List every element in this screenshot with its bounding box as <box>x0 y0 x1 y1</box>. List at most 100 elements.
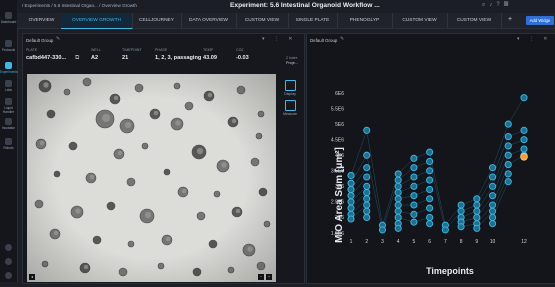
data-point[interactable] <box>410 154 418 162</box>
apps-icon[interactable]: ▦ <box>504 2 513 8</box>
data-point[interactable] <box>410 182 418 190</box>
data-point[interactable] <box>488 164 497 172</box>
data-point[interactable] <box>363 189 371 197</box>
data-point[interactable] <box>441 226 449 234</box>
zindex-select[interactable]: Proje... <box>286 61 298 65</box>
tab-custom-view[interactable]: CUSTOM VIEW <box>236 13 289 28</box>
add-tab-icon[interactable]: + <box>508 16 512 23</box>
data-point[interactable] <box>347 198 355 206</box>
display-tool[interactable]: Display <box>280 80 300 96</box>
data-point[interactable] <box>394 207 402 215</box>
data-point[interactable] <box>488 220 497 228</box>
data-point[interactable] <box>504 133 512 141</box>
tab-overview[interactable]: OVERVIEW <box>22 13 62 28</box>
tab-phenoglyp[interactable]: PHENOGLYP <box>337 13 393 28</box>
zoom-in-icon[interactable]: + <box>266 274 272 280</box>
highlighted-data-point[interactable] <box>520 152 528 161</box>
data-point[interactable] <box>426 148 434 156</box>
rail-item-4[interactable]: Liquid Handler <box>0 98 17 114</box>
chart-edit-icon[interactable]: ✎ <box>340 36 344 42</box>
data-point[interactable] <box>410 173 418 181</box>
settings-icon[interactable] <box>0 258 17 266</box>
tab-overview-growth[interactable]: OVERVIEW GROWTH <box>61 13 133 29</box>
microscopy-image[interactable] <box>27 74 276 282</box>
data-point[interactable] <box>473 224 481 232</box>
data-point[interactable] <box>488 182 497 190</box>
data-point[interactable] <box>363 182 371 190</box>
data-point[interactable] <box>520 145 528 153</box>
data-point[interactable] <box>488 173 497 181</box>
data-point[interactable] <box>394 201 402 209</box>
data-point[interactable] <box>394 182 402 190</box>
data-point[interactable] <box>363 164 371 172</box>
data-point[interactable] <box>394 224 402 232</box>
data-point[interactable] <box>378 226 387 234</box>
edit-icon[interactable]: ✎ <box>56 36 60 42</box>
data-point[interactable] <box>488 213 497 221</box>
data-point[interactable] <box>426 220 434 228</box>
data-point[interactable] <box>520 94 528 102</box>
help-icon[interactable] <box>0 244 17 252</box>
panel-menu-icons[interactable]: ▾ ⋮ ✕ <box>262 36 296 42</box>
data-point[interactable] <box>363 207 371 215</box>
data-point[interactable] <box>363 195 371 203</box>
copy-icon[interactable]: ⧉ <box>75 55 79 62</box>
data-point[interactable] <box>410 164 418 172</box>
data-point[interactable] <box>426 167 434 175</box>
tab-single-plate[interactable]: SINGLE PLATE <box>288 13 338 28</box>
data-point[interactable] <box>504 151 512 159</box>
data-point[interactable] <box>520 126 528 134</box>
help-icon[interactable]: ? <box>496 2 503 8</box>
data-point[interactable] <box>347 215 355 223</box>
rail-item-2[interactable]: Experiments <box>0 62 18 74</box>
data-point[interactable] <box>520 136 528 144</box>
data-point[interactable] <box>426 204 434 212</box>
add-widget-button[interactable]: Add Widge <box>526 16 554 25</box>
data-point[interactable] <box>457 201 465 209</box>
data-point[interactable] <box>488 207 497 215</box>
rail-item-0[interactable]: Dashboard <box>0 12 17 24</box>
rail-item-6[interactable]: Robots <box>0 138 17 150</box>
data-point[interactable] <box>394 213 402 221</box>
data-point[interactable] <box>504 178 512 186</box>
rail-item-5[interactable]: Incubator <box>0 118 17 130</box>
data-point[interactable] <box>394 170 402 178</box>
tab-custom-view[interactable]: CUSTOM VIEW <box>392 13 448 28</box>
zoom-out-icon[interactable]: − <box>258 274 264 280</box>
rail-item-1[interactable]: Protocols <box>0 40 17 52</box>
data-point[interactable] <box>504 170 512 178</box>
data-point[interactable] <box>363 213 371 221</box>
data-point[interactable] <box>473 207 481 215</box>
data-point[interactable] <box>410 201 418 209</box>
data-point[interactable] <box>426 213 434 221</box>
chart-menu-icons[interactable]: ▾ ⋮ ✕ <box>517 36 551 42</box>
data-point[interactable] <box>488 192 497 200</box>
data-point[interactable] <box>488 201 497 209</box>
data-point[interactable] <box>394 195 402 203</box>
data-point[interactable] <box>426 185 434 193</box>
data-point[interactable] <box>363 201 371 209</box>
tab-celljourney[interactable]: CELLJOURNEY <box>132 13 182 28</box>
scatter-chart[interactable]: MIO Area Sum [μm²] Timepoints 1.5E6 2E6 2.… <box>306 45 555 282</box>
data-point[interactable] <box>504 142 512 150</box>
breadcrumb[interactable]: / Experiments / 5.6 Intestinal Organ... … <box>22 3 137 8</box>
data-point[interactable] <box>426 195 434 203</box>
data-point[interactable] <box>410 218 418 226</box>
data-point[interactable] <box>363 126 371 134</box>
data-point[interactable] <box>426 176 434 184</box>
data-point[interactable] <box>410 210 418 218</box>
data-point[interactable] <box>347 185 355 193</box>
data-point[interactable] <box>394 189 402 197</box>
data-point[interactable] <box>347 179 355 187</box>
tab-custom-view[interactable]: CUSTOM VIEW <box>447 13 502 28</box>
data-point[interactable] <box>504 120 512 128</box>
data-point[interactable] <box>347 192 355 200</box>
rail-item-3[interactable]: Labs <box>0 80 17 92</box>
data-point[interactable] <box>363 151 371 159</box>
data-point[interactable] <box>504 161 512 169</box>
data-point[interactable] <box>457 223 465 231</box>
data-point[interactable] <box>394 176 402 184</box>
data-point[interactable] <box>347 204 355 212</box>
data-point[interactable] <box>347 171 355 179</box>
data-point[interactable] <box>426 157 434 165</box>
